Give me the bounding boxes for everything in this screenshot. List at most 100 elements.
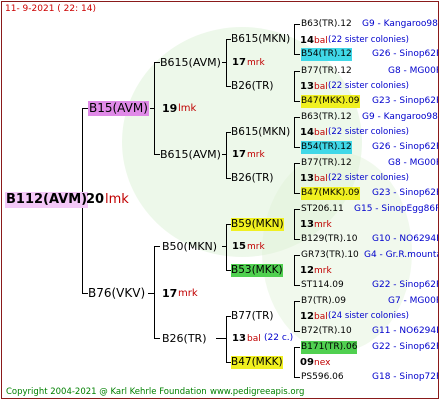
g3-node[interactable]: B59(MKN) bbox=[231, 218, 284, 231]
g2-node[interactable]: B26(TR) bbox=[162, 332, 207, 345]
g3-note: (22 sister colonies) bbox=[328, 173, 409, 183]
g3-node[interactable]: B26(TR) bbox=[231, 172, 273, 185]
g2-mark: mrk bbox=[247, 150, 265, 160]
connector bbox=[226, 316, 227, 362]
footer-site-link[interactable]: www.pedigreeapis.org bbox=[210, 386, 304, 398]
g2-mark: mrk bbox=[247, 242, 265, 252]
g4-info: G11 - NO6294R bbox=[372, 326, 439, 336]
g3-note: (22 sister colonies) bbox=[328, 35, 409, 45]
g1-mark: mrk bbox=[178, 288, 198, 299]
g2-num: 17 bbox=[232, 57, 246, 68]
g3-mark: bal bbox=[314, 312, 328, 322]
g3-num: 13 bbox=[300, 81, 314, 92]
g2-num: 13 bbox=[232, 333, 246, 344]
g4-node[interactable]: B63(TR).12 bbox=[301, 18, 352, 31]
g3-mark: bal bbox=[314, 82, 328, 92]
g3-mark: bal bbox=[314, 128, 328, 138]
g4-node[interactable]: ST114.09 bbox=[301, 279, 344, 292]
connector bbox=[294, 163, 295, 193]
g4-info: G9 - Kangaroo98R bbox=[362, 112, 439, 122]
g4-info: G8 - MG00R bbox=[388, 158, 439, 168]
g3-node[interactable]: B77(TR) bbox=[231, 310, 273, 323]
g4-info: G7 - MG00R bbox=[388, 296, 439, 306]
g3-note: (22 sister colonies) bbox=[328, 81, 409, 91]
g2-node[interactable]: B50(MKN) bbox=[162, 240, 217, 253]
connector bbox=[154, 246, 160, 247]
g3-node[interactable]: B53(MKK) bbox=[231, 264, 283, 277]
connector bbox=[294, 54, 300, 55]
pedigree-frame: 11- 9-2021 ( 22: 14) B112(AVM) 20 lmk B1… bbox=[1, 1, 439, 399]
g4-info: G9 - Kangaroo98R bbox=[362, 19, 439, 29]
g1-node-b76[interactable]: B76(VKV) bbox=[88, 286, 145, 301]
connector bbox=[294, 101, 300, 102]
g2-node[interactable]: B615(AVM) bbox=[160, 56, 221, 69]
g4-node[interactable]: B77(TR).12 bbox=[301, 65, 352, 78]
g3-note: (24 sister colonies) bbox=[328, 311, 409, 321]
g3-node[interactable]: B615(MKN) bbox=[231, 33, 290, 46]
g3-num: 12 bbox=[300, 311, 314, 322]
g4-info: G10 - NO6294R bbox=[372, 234, 439, 244]
g4-node[interactable]: ST206.11 bbox=[301, 203, 344, 216]
g3-mark: bal bbox=[314, 174, 328, 184]
connector bbox=[294, 377, 300, 378]
g3-num: 13 bbox=[300, 173, 314, 184]
g2-num: 17 bbox=[232, 149, 246, 160]
connector bbox=[294, 347, 300, 348]
g3-node[interactable]: B615(MKN) bbox=[231, 126, 290, 139]
connector bbox=[294, 147, 300, 148]
g4-node[interactable]: B77(TR).12 bbox=[301, 157, 352, 170]
connector bbox=[294, 331, 300, 332]
connector bbox=[294, 71, 300, 72]
g4-node[interactable]: PS596.06 bbox=[301, 371, 344, 384]
root-mark: lmk bbox=[105, 192, 129, 207]
connector bbox=[154, 338, 160, 339]
g4-node[interactable]: B47(MKK).09 bbox=[301, 187, 360, 200]
g2-note: (22 c.) bbox=[264, 333, 294, 343]
connector bbox=[294, 347, 295, 377]
g3-mark: mrk bbox=[314, 220, 332, 230]
connector bbox=[294, 255, 295, 285]
g1-mark: lmk bbox=[178, 103, 197, 114]
g4-node[interactable]: B7(TR).09 bbox=[301, 295, 346, 308]
connector bbox=[294, 117, 300, 118]
connector bbox=[222, 154, 227, 155]
g4-node[interactable]: B54(TR).12 bbox=[301, 141, 352, 154]
connector bbox=[294, 24, 300, 25]
connector bbox=[294, 209, 295, 239]
g4-node[interactable]: B63(TR).12 bbox=[301, 111, 352, 124]
g4-info: G22 - Sinop62R bbox=[372, 342, 439, 352]
connector bbox=[222, 246, 227, 247]
g2-node[interactable]: B615(AVM) bbox=[160, 148, 221, 161]
g1-num: 19 bbox=[162, 102, 178, 115]
g4-info: G8 - MG00R bbox=[388, 66, 439, 76]
connector bbox=[294, 301, 295, 331]
g4-node[interactable]: B54(TR).12 bbox=[301, 48, 352, 61]
g4-node[interactable]: B47(MKK).09 bbox=[301, 95, 360, 108]
connector bbox=[294, 209, 300, 210]
g2-mark: bal bbox=[247, 334, 261, 344]
g3-node[interactable]: B47(MKK) bbox=[231, 356, 283, 369]
connector bbox=[154, 246, 155, 338]
connector bbox=[294, 301, 300, 302]
g4-info: G22 - Sinop62R bbox=[372, 280, 439, 290]
g4-info: G23 - Sinop62R bbox=[372, 188, 439, 198]
g4-node[interactable]: B129(TR).10 bbox=[301, 233, 357, 246]
g4-node[interactable]: B72(TR).10 bbox=[301, 325, 352, 338]
g1-node-b15[interactable]: B15(AVM) bbox=[88, 101, 149, 116]
g3-mark: mrk bbox=[314, 266, 332, 276]
header-date: 11- 9-2021 ( 22: 14) bbox=[5, 4, 96, 14]
g3-num: 09 bbox=[300, 357, 314, 368]
g3-num: 14 bbox=[300, 127, 314, 138]
footer-copyright: Copyright 2004-2021 @ Karl Kehrle Founda… bbox=[6, 387, 207, 397]
connector bbox=[226, 132, 227, 178]
g3-num: 14 bbox=[300, 35, 314, 46]
g4-node[interactable]: B171(TR).06 bbox=[301, 341, 358, 354]
g3-node[interactable]: B26(TR) bbox=[231, 80, 273, 93]
g4-node[interactable]: GR73(TR).10 bbox=[301, 249, 359, 262]
root-node[interactable]: B112(AVM) bbox=[5, 192, 89, 208]
g3-num: 13 bbox=[300, 219, 314, 230]
g4-info: G15 - SinopEgg86R bbox=[354, 204, 439, 214]
g4-info: G23 - Sinop62R bbox=[372, 96, 439, 106]
g1-num: 17 bbox=[162, 287, 178, 300]
connector bbox=[294, 239, 300, 240]
